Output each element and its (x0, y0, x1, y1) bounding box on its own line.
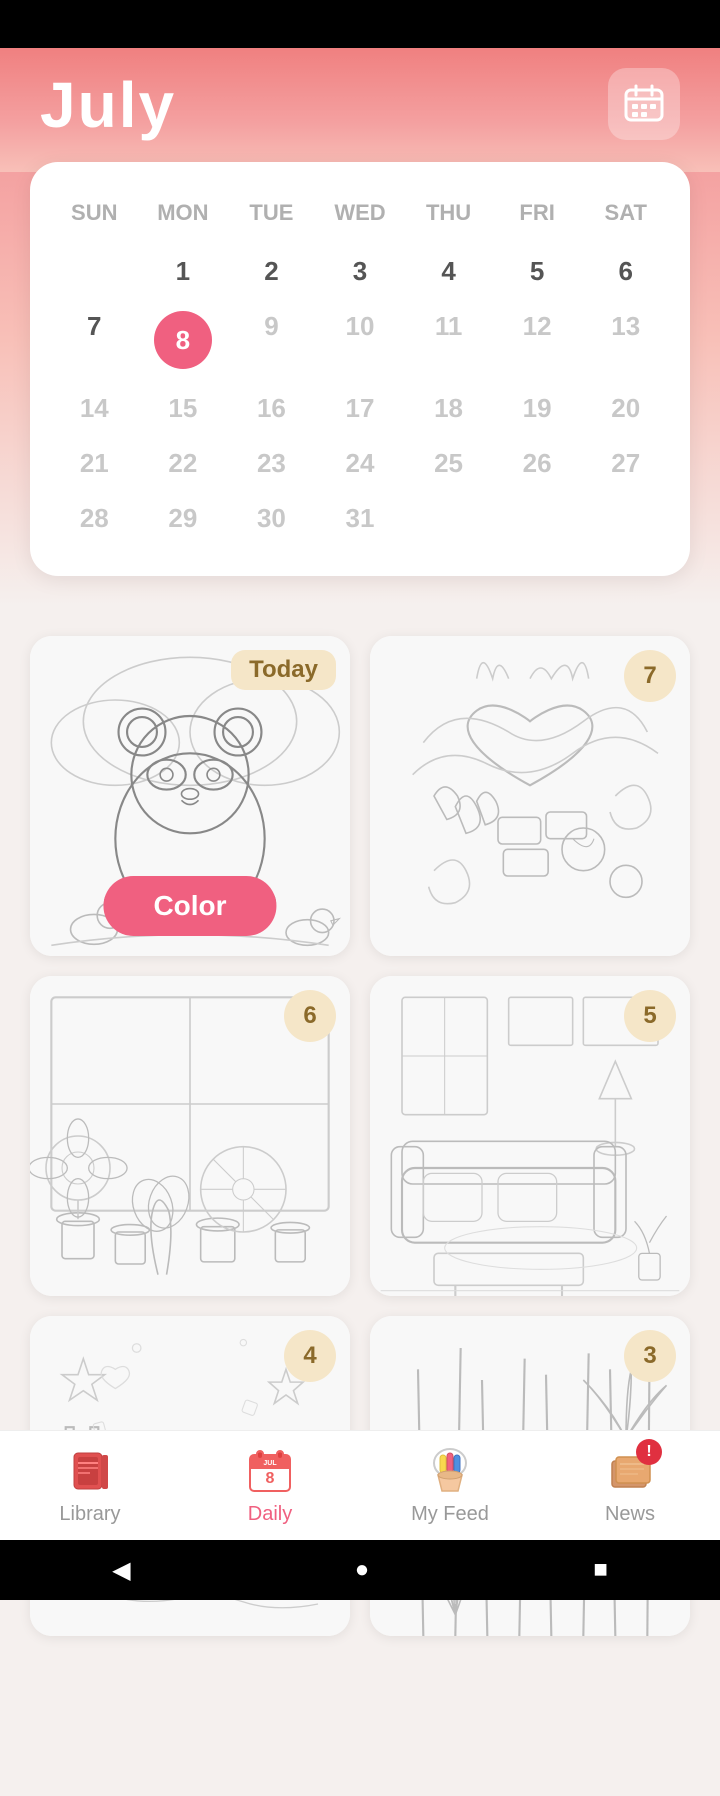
cal-day-12[interactable]: 12 (493, 299, 582, 381)
cal-day-2[interactable]: 2 (227, 244, 316, 299)
cal-header-sat: SAT (581, 192, 670, 244)
news-badge: ! (636, 1439, 662, 1465)
cal-day-empty4 (581, 491, 670, 546)
cal-day-25[interactable]: 25 (404, 436, 493, 491)
cal-day-5[interactable]: 5 (493, 244, 582, 299)
palette-icon (424, 1445, 476, 1497)
card-5[interactable]: 5 (370, 976, 690, 1296)
badge-4: 4 (284, 1330, 336, 1382)
card-7[interactable]: 7 (370, 636, 690, 956)
cal-header-wed: WED (316, 192, 405, 244)
cal-day-14[interactable]: 14 (50, 381, 139, 436)
nav-item-news[interactable]: ! News (570, 1445, 690, 1526)
nav-item-library[interactable]: Library (30, 1445, 150, 1526)
cal-day-29[interactable]: 29 (139, 491, 228, 546)
back-button[interactable]: ◀ (112, 1556, 130, 1585)
cal-day-19[interactable]: 19 (493, 381, 582, 436)
cal-day-17[interactable]: 17 (316, 381, 405, 436)
cal-day-empty (50, 244, 139, 299)
cal-day-28[interactable]: 28 (50, 491, 139, 546)
badge-5: 5 (624, 990, 676, 1042)
badge-6: 6 (284, 990, 336, 1042)
status-bar (0, 0, 720, 48)
home-button[interactable]: ● (355, 1556, 370, 1584)
calendar-grid: SUN MON TUE WED THU FRI SAT 1 2 3 4 5 6 … (50, 192, 670, 546)
content-area: Today (0, 606, 720, 1796)
cal-day-27[interactable]: 27 (581, 436, 670, 491)
nav-item-myfeed[interactable]: My Feed (390, 1445, 510, 1526)
nav-label-daily: Daily (248, 1503, 292, 1526)
cal-header-fri: FRI (493, 192, 582, 244)
cal-day-15[interactable]: 15 (139, 381, 228, 436)
cal-day-20[interactable]: 20 (581, 381, 670, 436)
cal-day-22[interactable]: 22 (139, 436, 228, 491)
recent-button[interactable]: ■ (593, 1556, 608, 1584)
book-icon (64, 1445, 116, 1497)
nav-label-news: News (605, 1503, 655, 1526)
nav-item-daily[interactable]: JUL 8 Daily (210, 1445, 330, 1526)
cal-day-18[interactable]: 18 (404, 381, 493, 436)
cal-day-16[interactable]: 16 (227, 381, 316, 436)
cal-day-1[interactable]: 1 (139, 244, 228, 299)
cal-day-10[interactable]: 10 (316, 299, 405, 381)
cal-day-24[interactable]: 24 (316, 436, 405, 491)
svg-text:JUL: JUL (263, 1460, 277, 1467)
cal-day-11[interactable]: 11 (404, 299, 493, 381)
news-icon: ! (604, 1445, 656, 1497)
today-badge: Today (231, 650, 336, 690)
nav-label-library: Library (59, 1503, 120, 1526)
cal-header-thu: THU (404, 192, 493, 244)
system-nav: ◀ ● ■ (0, 1540, 720, 1600)
header: July (0, 48, 720, 172)
card-today[interactable]: Today (30, 636, 350, 956)
daily-icon: JUL 8 (244, 1445, 296, 1497)
cal-day-empty3 (493, 491, 582, 546)
cal-header-tue: TUE (227, 192, 316, 244)
badge-7: 7 (624, 650, 676, 702)
calendar-card: SUN MON TUE WED THU FRI SAT 1 2 3 4 5 6 … (30, 162, 690, 576)
cal-day-7[interactable]: 7 (50, 299, 139, 381)
cal-day-9[interactable]: 9 (227, 299, 316, 381)
cal-day-21[interactable]: 21 (50, 436, 139, 491)
svg-text:8: 8 (266, 1470, 275, 1487)
cal-header-mon: MON (139, 192, 228, 244)
calendar-icon-button[interactable] (608, 68, 680, 140)
badge-3: 3 (624, 1330, 676, 1382)
cal-day-6[interactable]: 6 (581, 244, 670, 299)
cal-day-empty2 (404, 491, 493, 546)
cal-day-3[interactable]: 3 (316, 244, 405, 299)
cal-day-31[interactable]: 31 (316, 491, 405, 546)
cal-day-26[interactable]: 26 (493, 436, 582, 491)
nav-label-myfeed: My Feed (411, 1503, 489, 1526)
cal-day-30[interactable]: 30 (227, 491, 316, 546)
page-title: July (40, 68, 680, 142)
cal-day-13[interactable]: 13 (581, 299, 670, 381)
cal-day-4[interactable]: 4 (404, 244, 493, 299)
bottom-nav: Library JUL 8 Daily (0, 1430, 720, 1540)
cal-day-8-today[interactable]: 8 (139, 299, 228, 381)
color-button[interactable]: Color (103, 876, 276, 936)
card-6[interactable]: 6 (30, 976, 350, 1296)
cal-header-sun: SUN (50, 192, 139, 244)
calendar-icon (622, 82, 666, 126)
cal-day-23[interactable]: 23 (227, 436, 316, 491)
